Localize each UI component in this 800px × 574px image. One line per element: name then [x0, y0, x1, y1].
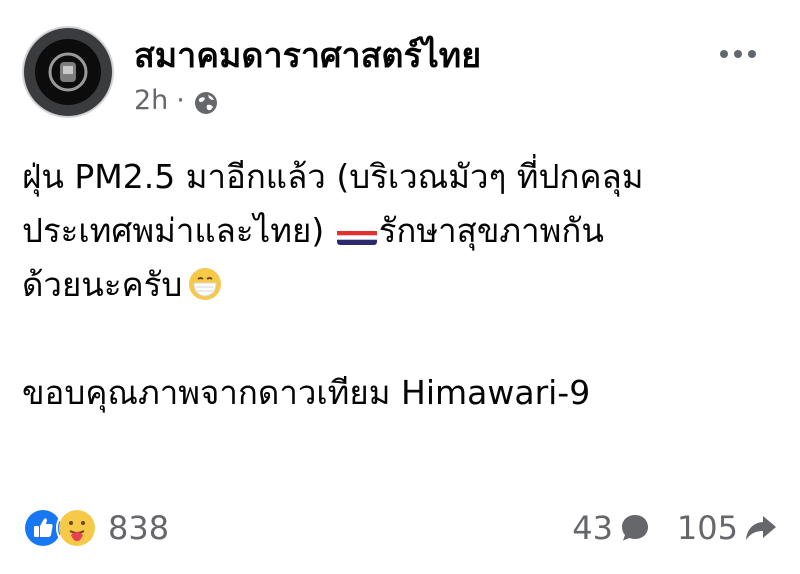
body-line-1: ฝุ่น PM2.5 มาอีกแล้ว (บริเวณมัวๆ ที่ปกคล… — [22, 157, 644, 196]
body-line-2a: ประเทศพม่าและไทย) — [22, 211, 335, 250]
body-line-3-text: ด้วยนะครับ — [22, 265, 183, 304]
page-avatar[interactable] — [22, 26, 114, 118]
post-footer: 838 43 105 — [22, 502, 778, 554]
facebook-post: สมาคมดาราศาสตร์ไทย 2h · ฝุ่น PM2.5 มาอีก… — [0, 0, 800, 574]
separator-dot: · — [176, 85, 185, 116]
post-body: ฝุ่น PM2.5 มาอีกแล้ว (บริเวณมัวๆ ที่ปกคล… — [22, 150, 782, 420]
shares-stat[interactable]: 105 — [677, 509, 778, 547]
post-subline: 2h · — [134, 84, 481, 118]
post-time[interactable]: 2h — [134, 84, 168, 118]
engagement-stats: 43 105 — [572, 509, 778, 547]
body-line-3: ด้วยนะครับ — [22, 258, 782, 312]
body-line-2: ประเทศพม่าและไทย) รักษาสุขภาพกัน — [22, 204, 782, 258]
post-header: สมาคมดาราศาสตร์ไทย 2h · — [22, 26, 481, 118]
globe-icon[interactable] — [193, 90, 219, 116]
comment-count: 43 — [572, 509, 613, 547]
body-line-4: ขอบคุณภาพจากดาวเทียม Himawari-9 — [22, 373, 591, 412]
share-icon — [746, 516, 776, 540]
page-name[interactable]: สมาคมดาราศาสตร์ไทย — [134, 34, 481, 78]
care-icon — [56, 507, 98, 549]
comments-stat[interactable]: 43 — [572, 509, 651, 547]
avatar-logo-icon — [35, 39, 101, 105]
share-count: 105 — [676, 509, 738, 547]
comment-icon — [621, 515, 648, 541]
face-with-mask-icon — [188, 263, 222, 300]
more-options-icon[interactable] — [720, 50, 756, 58]
body-line-2b: รักษาสุขภาพกัน — [378, 211, 604, 250]
post-meta: สมาคมดาราศาสตร์ไทย 2h · — [134, 26, 481, 118]
thai-flag-icon — [336, 219, 377, 245]
reactions-summary[interactable]: 838 — [22, 507, 169, 549]
reaction-count: 838 — [108, 509, 170, 547]
